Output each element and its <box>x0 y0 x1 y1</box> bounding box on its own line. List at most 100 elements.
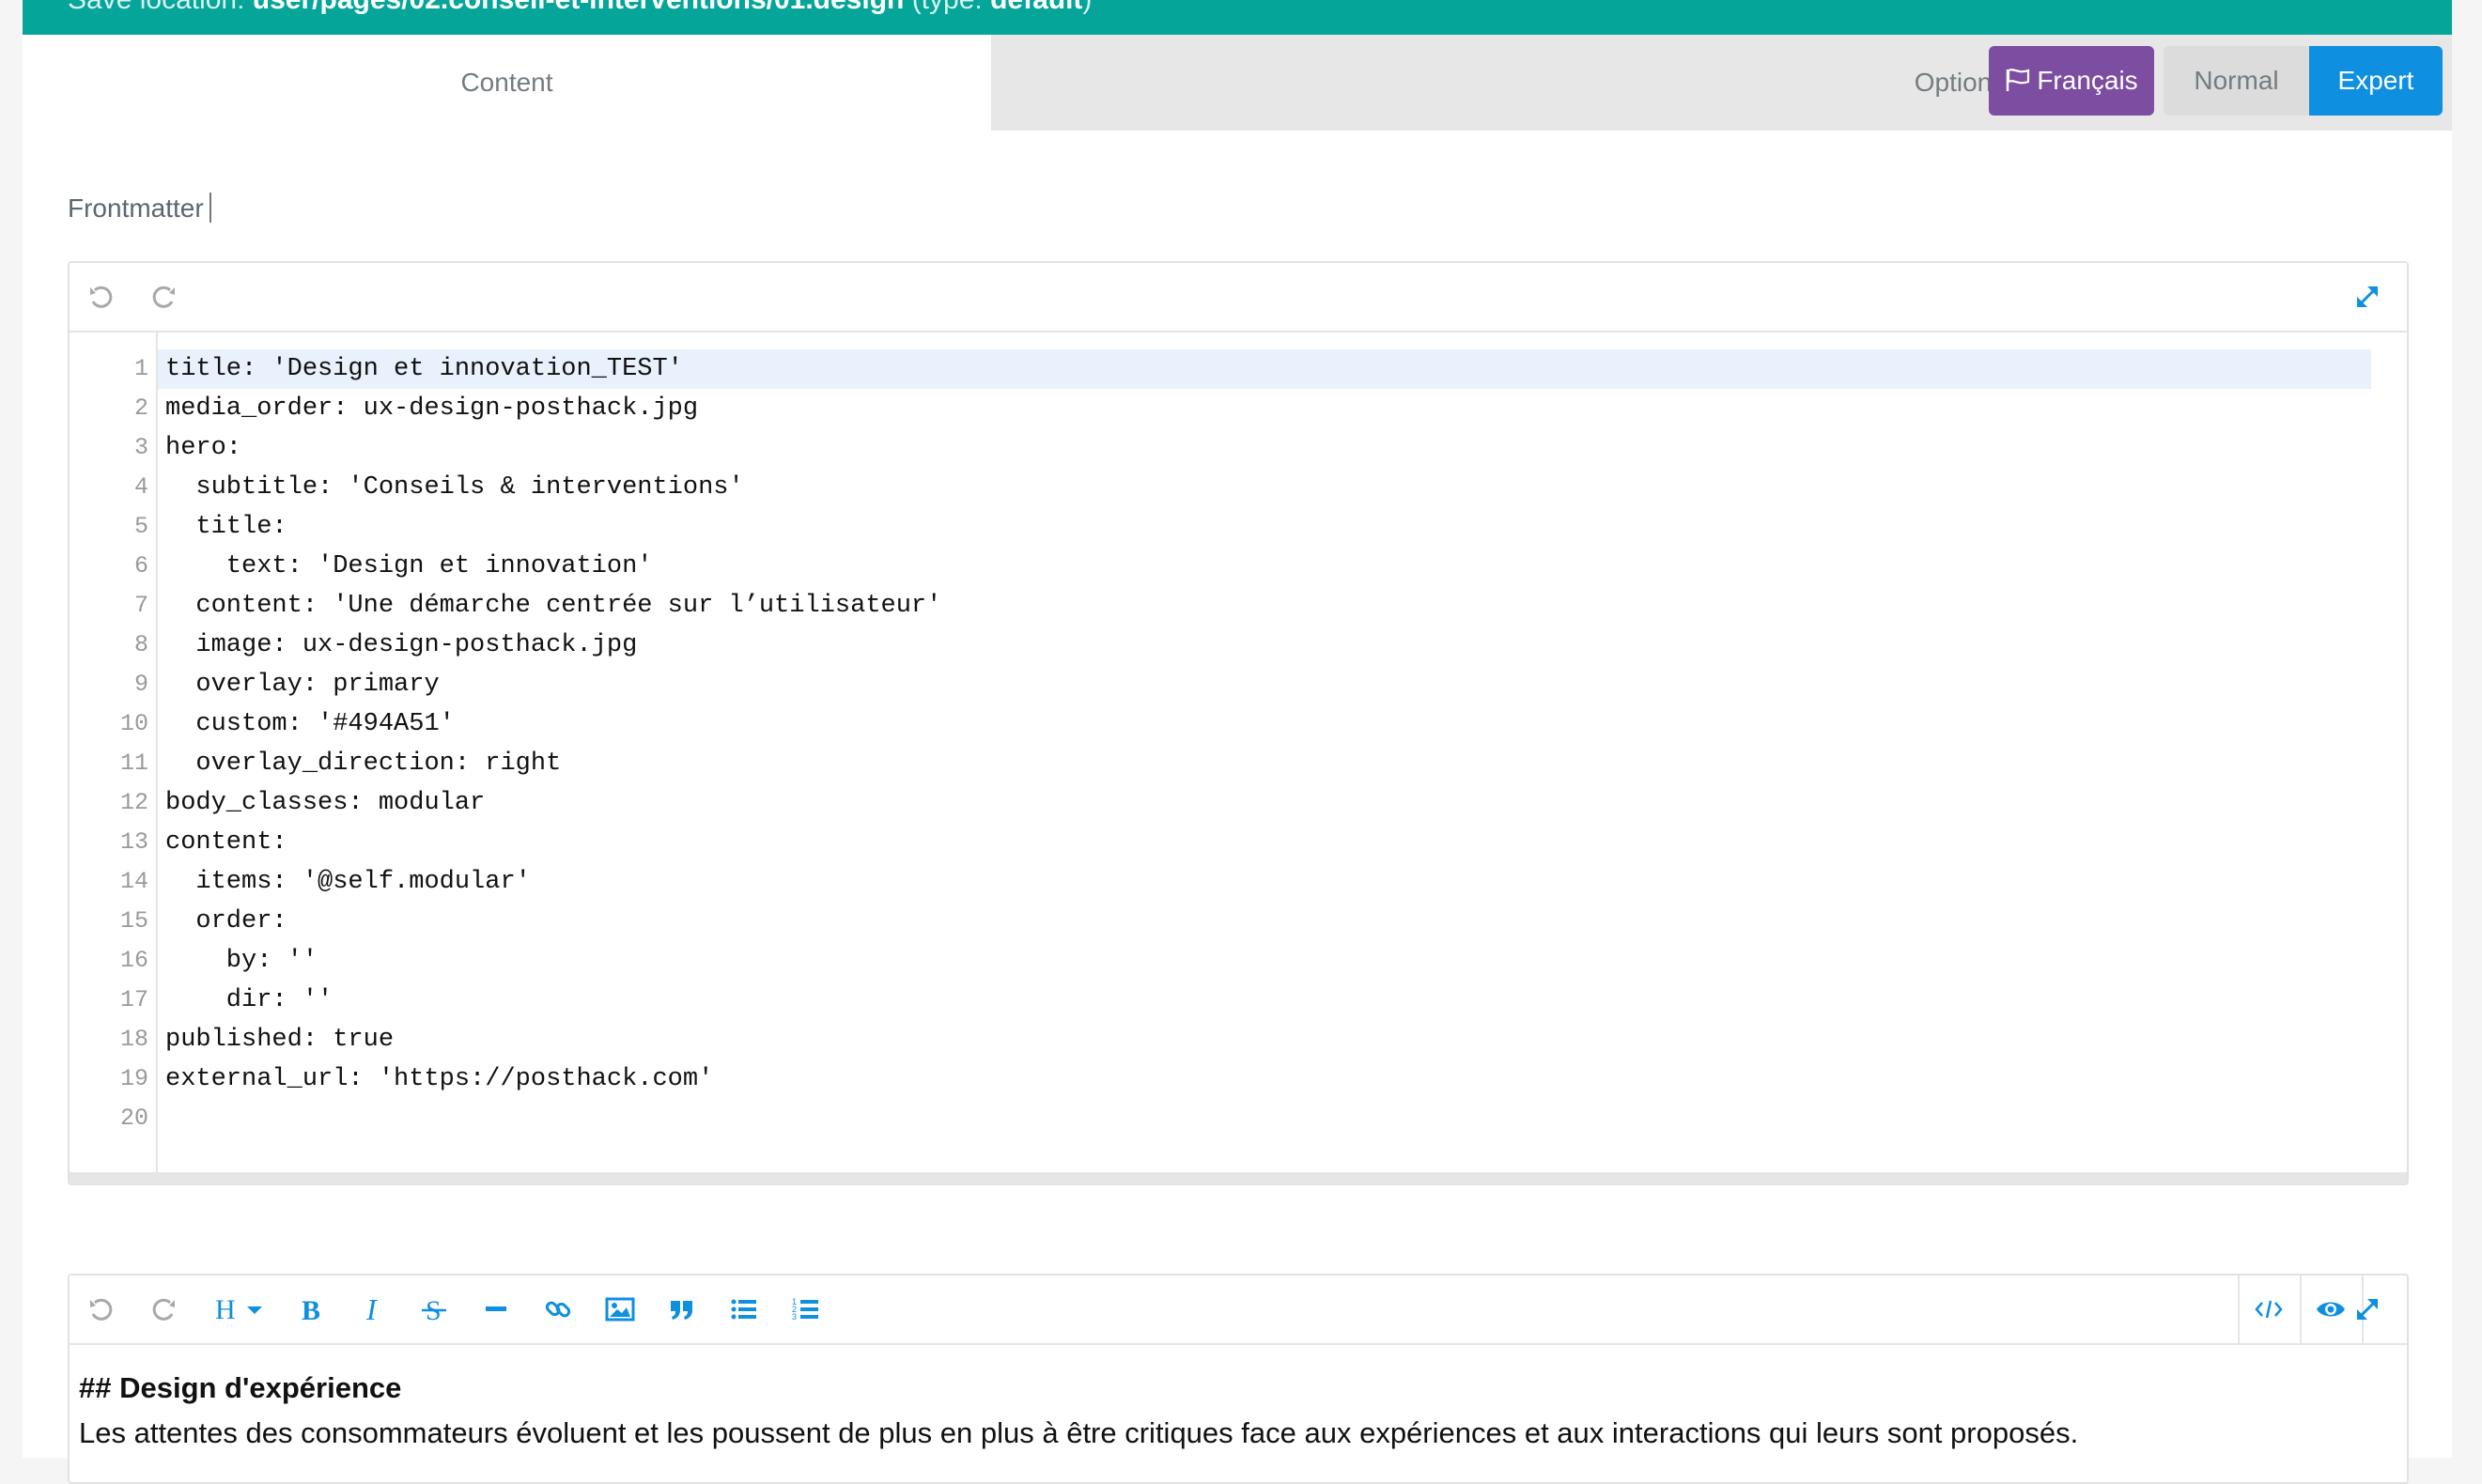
frontmatter-editor: 1 2 3 4 5 6 7 8 9 10 11 12 13 14 15 16 17 18 19 20 title: '… <box>68 261 2409 1185</box>
italic-button[interactable]: I <box>351 1289 393 1330</box>
language-button[interactable]: Français <box>1989 46 2154 116</box>
line-number: 20 <box>119 1105 148 1132</box>
line-number: 17 <box>119 986 148 1013</box>
frontmatter-label: Frontmatter <box>68 193 211 224</box>
code-line[interactable]: external_url: 'https://posthack.com' <box>158 1059 2371 1099</box>
preview-button[interactable] <box>2310 1289 2351 1330</box>
markdown-heading: ## Design d'expérience <box>79 1371 402 1404</box>
line-number: 10 <box>119 710 148 737</box>
line-number: 13 <box>119 828 148 856</box>
code-line-text: external_url: 'https://posthack.com' <box>165 1065 714 1093</box>
undo-button[interactable] <box>81 276 122 317</box>
code-line-text: by: '' <box>165 947 318 975</box>
code-line[interactable]: published: true <box>158 1020 2371 1059</box>
code-line[interactable]: title: 'Design et innovation_TEST' <box>158 349 2371 389</box>
heading-icon: H <box>215 1295 262 1323</box>
code-line[interactable]: items: '@self.modular' <box>158 862 2371 902</box>
code-line[interactable]: by: '' <box>158 941 2371 981</box>
ordered-list-button[interactable]: 1 2 3 <box>785 1289 827 1330</box>
code-line-text: image: ux-design-posthack.jpg <box>165 631 638 659</box>
strikethrough-button[interactable]: S <box>413 1289 455 1330</box>
line-number: 7 <box>133 592 148 619</box>
code-line[interactable]: overlay: primary <box>158 665 2371 704</box>
unordered-list-button[interactable] <box>723 1289 765 1330</box>
redo-icon <box>152 1298 175 1321</box>
markdown-toolbar: H B I S <box>70 1275 2407 1345</box>
code-line-text: overlay_direction: right <box>165 750 562 778</box>
svg-text:H: H <box>215 1295 236 1323</box>
code-area[interactable]: title: 'Design et innovation_TEST' media_… <box>158 332 2407 1172</box>
unordered-list-icon <box>731 1299 756 1320</box>
code-line-text: body_classes: modular <box>165 789 486 817</box>
svg-text:3: 3 <box>792 1312 797 1322</box>
svg-text:I: I <box>365 1295 378 1323</box>
ordered-list-icon: 1 2 3 <box>792 1297 818 1322</box>
code-line[interactable] <box>158 1099 2371 1138</box>
code-line[interactable]: image: ux-design-posthack.jpg <box>158 626 2371 665</box>
code-line-text: content: <box>165 828 287 857</box>
image-icon <box>605 1297 635 1322</box>
expand-icon <box>2357 1299 2378 1320</box>
code-line[interactable]: content: <box>158 823 2371 862</box>
save-location-type: default <box>990 0 1082 15</box>
code-line-text: media_order: ux-design-posthack.jpg <box>165 394 699 423</box>
code-line[interactable]: overlay_direction: right <box>158 744 2371 783</box>
redo-icon <box>152 286 175 308</box>
code-line-text: text: 'Design et innovation' <box>165 552 653 580</box>
redo-button[interactable] <box>143 276 184 317</box>
code-line[interactable]: subtitle: 'Conseils & interventions' <box>158 468 2371 507</box>
code-line[interactable]: dir: '' <box>158 981 2371 1020</box>
undo-icon <box>90 286 113 308</box>
code-line[interactable]: hero: <box>158 428 2371 468</box>
code-line-text: dir: '' <box>165 986 334 1014</box>
line-number: 6 <box>133 552 148 580</box>
md-undo-button[interactable] <box>81 1289 122 1330</box>
code-line-text: items: '@self.modular' <box>165 868 531 896</box>
eye-icon <box>2317 1302 2345 1317</box>
line-number: 4 <box>133 473 148 501</box>
link-button[interactable] <box>537 1289 579 1330</box>
code-view-button[interactable] <box>2248 1289 2289 1330</box>
expand-icon <box>2357 286 2378 307</box>
markdown-paragraph: Les attentes des consommateurs évoluent … <box>79 1416 2079 1449</box>
quote-icon <box>671 1301 692 1320</box>
image-button[interactable] <box>599 1289 641 1330</box>
md-fullscreen-button[interactable] <box>2347 1289 2388 1330</box>
code-line-text: title: <box>165 513 287 541</box>
svg-text:B: B <box>302 1295 320 1323</box>
code-line[interactable]: text: 'Design et innovation' <box>158 547 2371 586</box>
line-number: 19 <box>119 1065 148 1092</box>
horizontal-scrollbar[interactable] <box>70 1172 2407 1183</box>
code-line[interactable]: content: 'Une démarche centrée sur l’uti… <box>158 586 2371 626</box>
strikethrough-icon: S <box>422 1295 446 1323</box>
horizontal-rule-button[interactable] <box>475 1289 517 1330</box>
mode-normal-button[interactable]: Normal <box>2164 46 2309 116</box>
heading-dropdown-button[interactable]: H <box>209 1289 274 1330</box>
code-line[interactable]: body_classes: modular <box>158 783 2371 823</box>
mode-expert-button[interactable]: Expert <box>2309 46 2443 116</box>
code-line-text: order: <box>165 907 287 935</box>
code-line[interactable]: order: <box>158 902 2371 941</box>
frontmatter-label-text: Frontmatter <box>68 193 204 223</box>
code-line-text: overlay: primary <box>165 671 440 699</box>
tab-content[interactable]: Content <box>23 35 991 131</box>
save-location-type-prefix: (type: <box>904 0 990 15</box>
link-icon <box>545 1301 571 1318</box>
line-number: 5 <box>133 513 148 540</box>
code-line-text: hero: <box>165 434 242 462</box>
code-line[interactable]: title: <box>158 507 2371 547</box>
save-location-bar: Save location: user/pages/02.conseil-et-… <box>23 0 2452 35</box>
md-redo-button[interactable] <box>143 1289 184 1330</box>
code-line-text: custom: '#494A51' <box>165 710 455 738</box>
line-number: 18 <box>119 1026 148 1053</box>
code-line[interactable]: custom: '#494A51' <box>158 704 2371 744</box>
bold-button[interactable]: B <box>289 1289 331 1330</box>
fullscreen-button[interactable] <box>2347 276 2388 317</box>
markdown-content[interactable]: ## Design d'expérience Les attentes des … <box>79 1366 2078 1456</box>
code-line-text: title: 'Design et innovation_TEST' <box>165 355 683 383</box>
code-line-text: published: true <box>165 1026 395 1054</box>
quote-button[interactable] <box>661 1289 703 1330</box>
toolbar-separator <box>2238 1275 2240 1343</box>
frontmatter-toolbar <box>70 263 2407 332</box>
code-line[interactable]: media_order: ux-design-posthack.jpg <box>158 389 2371 428</box>
